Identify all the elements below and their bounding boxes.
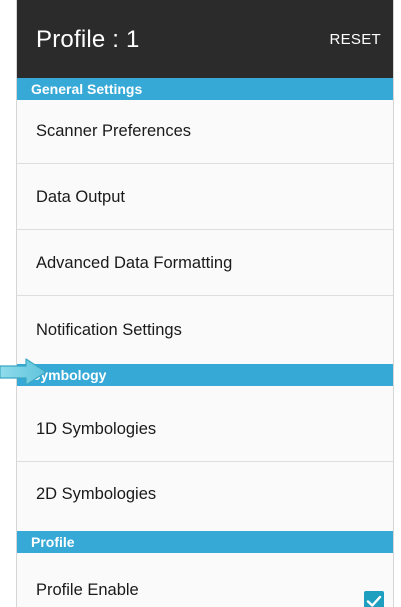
app-bar: Profile : 1 RESET bbox=[17, 0, 393, 78]
menu-item-advanced-data-formatting[interactable]: Advanced Data Formatting bbox=[17, 232, 393, 296]
menu-item-2d-symbologies[interactable]: 2D Symbologies bbox=[17, 462, 393, 526]
reset-button[interactable]: RESET bbox=[329, 31, 381, 48]
menu-item-notification-settings[interactable]: Notification Settings bbox=[17, 298, 393, 362]
menu-item-scanner-preferences[interactable]: Scanner Preferences bbox=[17, 100, 393, 164]
menu-item-data-output[interactable]: Data Output bbox=[17, 166, 393, 230]
page-title: Profile : 1 bbox=[36, 26, 140, 53]
menu-item-1d-symbologies[interactable]: 1D Symbologies bbox=[17, 398, 393, 462]
section-header-profile: Profile bbox=[17, 531, 393, 553]
section-header-general-settings: General Settings bbox=[17, 78, 393, 100]
menu-item-profile-enable[interactable]: Profile Enable bbox=[17, 558, 393, 607]
section-header-symbology: Symbology bbox=[17, 364, 393, 386]
phone-screen: Profile : 1 RESET General Settings Scann… bbox=[16, 0, 394, 607]
checkbox-checked-icon[interactable] bbox=[363, 590, 385, 607]
